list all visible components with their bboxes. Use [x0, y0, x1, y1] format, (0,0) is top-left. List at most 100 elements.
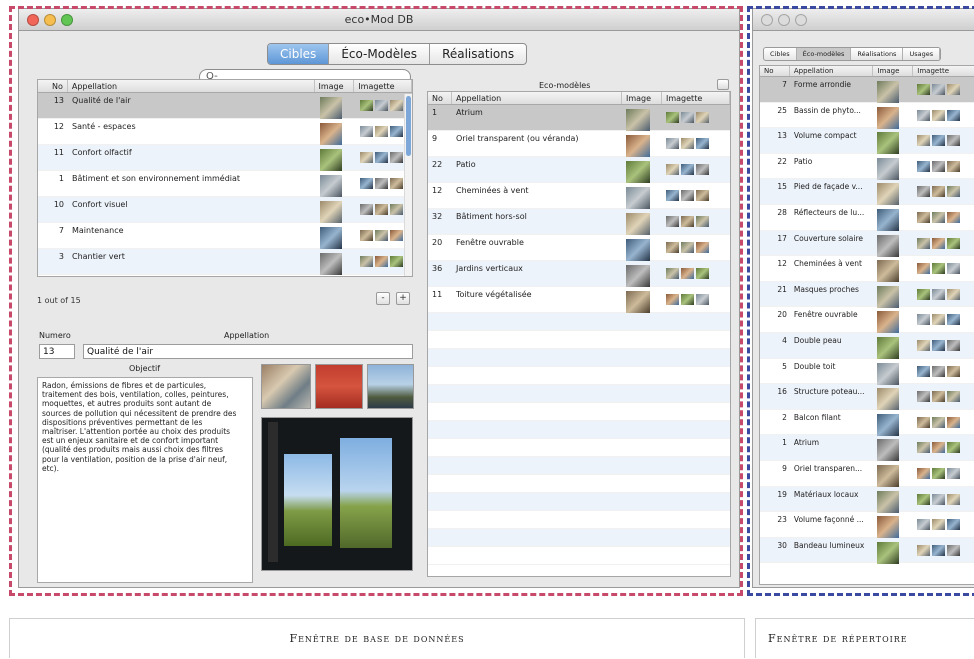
col-no[interactable]: No [760, 66, 790, 76]
imagette-thumbnail[interactable] [947, 544, 961, 556]
imagette-thumbnail[interactable] [932, 391, 946, 403]
row-image-thumbnail[interactable] [877, 208, 900, 231]
imagette-thumbnail[interactable] [932, 467, 946, 479]
table-row[interactable]: 23 Volume façonné ... [760, 512, 974, 539]
imagette-thumbnail[interactable] [917, 391, 931, 403]
col-appellation[interactable]: Appellation [452, 92, 622, 104]
table-row[interactable]: 1 Atrium [428, 105, 730, 131]
imagette-thumbnail[interactable] [932, 109, 946, 121]
imagette-thumbnail[interactable] [947, 186, 961, 198]
imagette-thumbnail[interactable] [375, 230, 388, 241]
photo-thumbnail-1[interactable] [261, 364, 311, 409]
table-row[interactable]: 20 Fenêtre ouvrable [428, 235, 730, 261]
table-row[interactable]: 22 Patio [428, 157, 730, 183]
table-row[interactable]: 11 Toiture végétalisée [428, 287, 730, 313]
imagette-thumbnail[interactable] [917, 109, 931, 121]
row-image-thumbnail[interactable] [320, 123, 342, 145]
zoom-button[interactable] [795, 14, 807, 26]
imagette-thumbnail[interactable] [917, 314, 931, 326]
minimize-button[interactable] [778, 14, 790, 26]
col-no[interactable]: No [428, 92, 452, 104]
col-no[interactable]: No [38, 80, 68, 92]
col-imagette[interactable]: Imagette [354, 80, 412, 92]
tab-realisations[interactable]: Réalisations [430, 44, 526, 64]
imagette-thumbnail[interactable] [681, 216, 694, 227]
imagette-thumbnail[interactable] [917, 84, 931, 95]
table-row[interactable]: 30 Bandeau lumineux [760, 537, 974, 564]
row-image-thumbnail[interactable] [320, 227, 342, 249]
row-image-thumbnail[interactable] [626, 291, 650, 313]
imagette-thumbnail[interactable] [917, 135, 931, 147]
row-image-thumbnail[interactable] [877, 362, 900, 385]
photo-thumbnail-2[interactable] [315, 364, 363, 409]
imagette-thumbnail[interactable] [681, 294, 694, 305]
table-row[interactable]: 12 Santé - espaces [38, 119, 412, 145]
imagette-thumbnail[interactable] [696, 164, 709, 175]
row-image-thumbnail[interactable] [877, 490, 900, 513]
row-image-thumbnail[interactable] [877, 541, 900, 564]
table-row[interactable]: 20 Fenêtre ouvrable [760, 307, 974, 334]
imagette-thumbnail[interactable] [390, 204, 403, 215]
imagette-thumbnail[interactable] [932, 339, 946, 351]
imagette-thumbnail[interactable] [947, 391, 961, 403]
table-row[interactable]: 7 Forme arrondie [760, 77, 974, 103]
imagette-thumbnail[interactable] [947, 467, 961, 479]
imagette-thumbnail[interactable] [932, 135, 946, 147]
imagette-thumbnail[interactable] [947, 493, 961, 505]
imagette-thumbnail[interactable] [947, 160, 961, 172]
col-image[interactable]: Image [873, 66, 914, 76]
imagette-thumbnail[interactable] [932, 186, 946, 198]
imagette-thumbnail[interactable] [681, 242, 694, 253]
row-image-thumbnail[interactable] [877, 285, 900, 308]
imagette-thumbnail[interactable] [666, 294, 679, 305]
imagette-thumbnail[interactable] [375, 100, 388, 111]
imagette-thumbnail[interactable] [666, 112, 679, 123]
imagette-thumbnail[interactable] [947, 135, 961, 147]
imagette-thumbnail[interactable] [917, 237, 931, 249]
imagette-thumbnail[interactable] [360, 204, 373, 215]
imagette-thumbnail[interactable] [681, 138, 694, 149]
table-row[interactable]: 16 Structure poteau... [760, 384, 974, 411]
imagette-thumbnail[interactable] [681, 268, 694, 279]
table-row[interactable]: 1 Atrium [760, 435, 974, 462]
row-image-thumbnail[interactable] [320, 253, 342, 275]
table-row[interactable]: 11 Confort olfactif [38, 145, 412, 171]
table-row[interactable]: 28 Réflecteurs de lu... [760, 205, 974, 231]
col-appellation[interactable]: Appellation [68, 80, 315, 92]
imagette-thumbnail[interactable] [390, 178, 403, 189]
table-row[interactable]: 4 Double peau [760, 332, 974, 359]
table-row[interactable]: 36 Jardins verticaux [428, 261, 730, 287]
close-button[interactable] [761, 14, 773, 26]
imagette-thumbnail[interactable] [666, 268, 679, 279]
row-image-thumbnail[interactable] [626, 109, 650, 131]
row-image-thumbnail[interactable] [877, 439, 900, 462]
row-image-thumbnail[interactable] [877, 388, 900, 411]
table-row[interactable]: 12 Cheminées à vent [760, 256, 974, 283]
imagette-thumbnail[interactable] [696, 190, 709, 201]
imagette-thumbnail[interactable] [917, 263, 931, 275]
table-row[interactable]: 10 Confort visuel [38, 197, 412, 223]
imagette-thumbnail[interactable] [932, 160, 946, 172]
numero-field[interactable]: 13 [39, 344, 75, 359]
imagette-thumbnail[interactable] [947, 84, 961, 95]
imagette-thumbnail[interactable] [681, 112, 694, 123]
row-image-thumbnail[interactable] [320, 175, 342, 197]
imagette-thumbnail[interactable] [932, 263, 946, 275]
cibles-scrollbar[interactable] [404, 94, 412, 276]
imagette-thumbnail[interactable] [947, 211, 961, 223]
table-row[interactable]: 9 Oriel transparen... [760, 461, 974, 487]
imagette-thumbnail[interactable] [666, 190, 679, 201]
imagette-thumbnail[interactable] [666, 138, 679, 149]
row-image-thumbnail[interactable] [626, 213, 650, 235]
imagette-thumbnail[interactable] [917, 519, 931, 531]
table-row[interactable]: 25 Bassin de phyto... [760, 103, 974, 129]
imagette-thumbnail[interactable] [932, 493, 946, 505]
imagette-thumbnail[interactable] [947, 314, 961, 326]
table-row[interactable]: 3 Chantier vert [38, 249, 412, 275]
table-row[interactable]: 13 Volume compact [760, 128, 974, 155]
imagette-thumbnail[interactable] [947, 237, 961, 249]
row-image-thumbnail[interactable] [626, 161, 650, 183]
imagette-thumbnail[interactable] [375, 126, 388, 137]
imagette-thumbnail[interactable] [360, 152, 373, 163]
imagette-thumbnail[interactable] [947, 416, 961, 428]
